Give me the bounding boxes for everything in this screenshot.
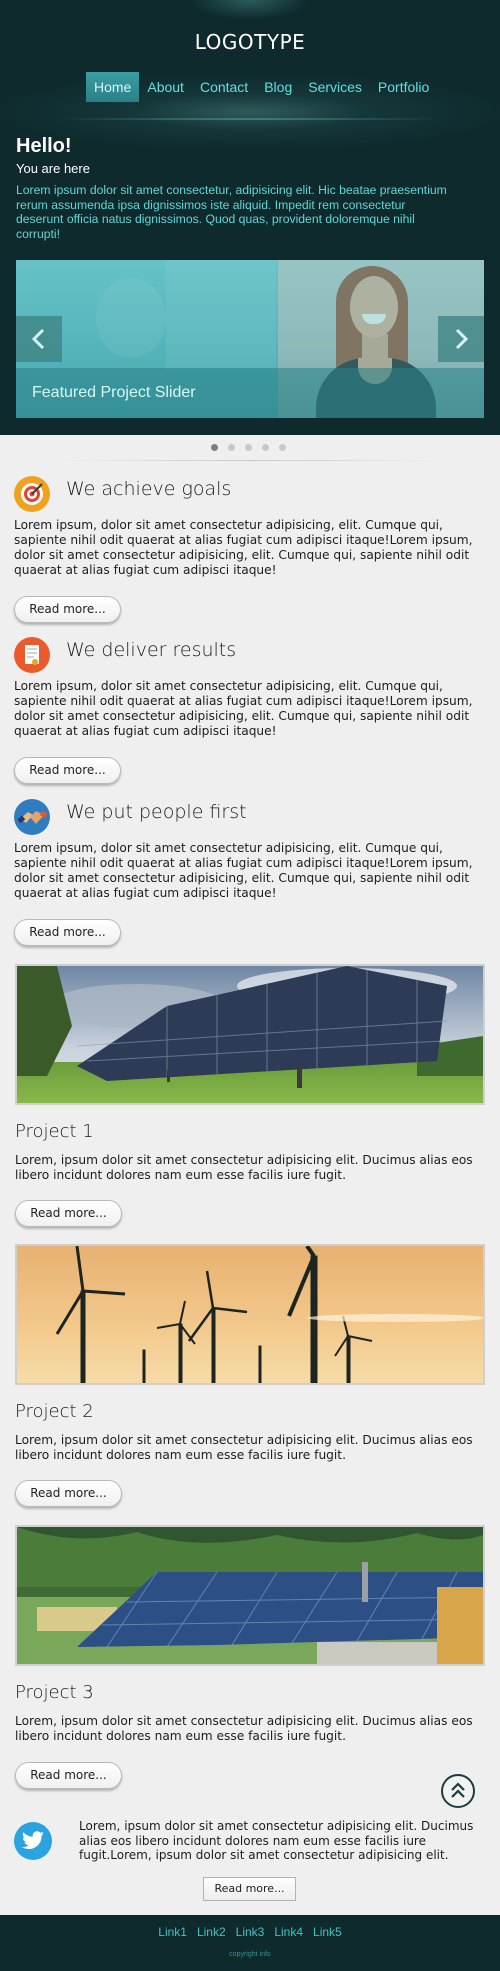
nav-item-services[interactable]: Services	[300, 72, 370, 102]
project-title: Project 3	[15, 1682, 94, 1703]
header-glow-divider	[60, 118, 440, 120]
read-more-button[interactable]: Read more...	[14, 596, 121, 623]
chevron-left-icon	[31, 328, 45, 350]
nav-item-contact[interactable]: Contact	[192, 72, 256, 102]
slider-prev-button[interactable]	[16, 316, 62, 362]
feature-text: Lorem ipsum, dolor sit amet consectetur …	[14, 679, 473, 738]
copyright: copyright info	[229, 1951, 271, 1958]
hero-subtitle: You are here	[16, 161, 90, 176]
feature-block: We deliver results Lorem ipsum, dolor si…	[14, 637, 486, 787]
document-icon	[14, 637, 50, 673]
project-title: Project 1	[15, 1121, 94, 1142]
slider-dot-3[interactable]	[245, 444, 252, 451]
site-header: LOGOTYPE Home About Contact Blog Service…	[0, 0, 500, 435]
feature-text: Lorem ipsum, dolor sit amet consectetur …	[14, 841, 473, 900]
feature-block: We put people first Lorem ipsum, dolor s…	[14, 799, 486, 949]
footer-link-5[interactable]: Link5	[313, 1925, 342, 1939]
solar-roof-image	[15, 1525, 485, 1666]
read-more-button[interactable]: Read more...	[15, 1200, 122, 1227]
footer-link-2[interactable]: Link2	[197, 1925, 226, 1939]
feature-title: We deliver results	[66, 639, 237, 661]
featured-slider[interactable]: Featured Project Slider	[16, 260, 484, 418]
nav-item-portfolio[interactable]: Portfolio	[370, 72, 437, 102]
section-divider	[60, 460, 440, 461]
read-more-button[interactable]: Read more...	[14, 757, 121, 784]
project-text: Lorem, ipsum dolor sit amet consectetur …	[15, 1433, 473, 1462]
slider-dot-5[interactable]	[279, 444, 286, 451]
footer-link-4[interactable]: Link4	[274, 1925, 303, 1939]
project-text: Lorem, ipsum dolor sit amet consectetur …	[15, 1714, 473, 1743]
nav-item-home[interactable]: Home	[86, 72, 140, 102]
nav-item-about[interactable]: About	[139, 72, 192, 102]
feature-text: Lorem ipsum, dolor sit amet consectetur …	[14, 518, 473, 577]
read-more-button[interactable]: Read more...	[15, 1762, 122, 1789]
slider-dots	[211, 444, 286, 451]
footer-link-3[interactable]: Link3	[236, 1925, 265, 1939]
slider-dot-4[interactable]	[262, 444, 269, 451]
chevron-right-icon	[455, 328, 469, 350]
footer-links: Link1 Link2 Link3 Link4 Link5	[0, 1925, 500, 1939]
slider-dot-2[interactable]	[228, 444, 235, 451]
double-chevron-up-icon	[451, 1782, 465, 1798]
feature-title: We put people first	[66, 801, 247, 823]
footer-link-1[interactable]: Link1	[158, 1925, 187, 1939]
feature-title: We achieve goals	[66, 478, 232, 500]
main-nav: Home About Contact Blog Services Portfol…	[86, 72, 437, 102]
hero-intro: Lorem ipsum dolor sit amet consectetur, …	[16, 183, 447, 241]
slider-dot-1[interactable]	[211, 444, 218, 451]
handshake-icon	[14, 799, 50, 835]
nav-item-blog[interactable]: Blog	[256, 72, 300, 102]
twitter-icon[interactable]	[14, 1822, 52, 1860]
tweet-text: Lorem, ipsum dolor sit amet consectetur …	[79, 1819, 474, 1863]
slide-caption: Featured Project Slider	[16, 368, 484, 418]
scroll-to-top-button[interactable]	[441, 1774, 475, 1808]
target-icon	[14, 476, 50, 512]
solar-field-image	[15, 964, 485, 1105]
logo[interactable]: LOGOTYPE	[0, 30, 500, 54]
read-more-button[interactable]: Read more...	[14, 919, 121, 946]
read-more-button[interactable]: Read more...	[15, 1480, 122, 1507]
wind-turbines-image	[15, 1244, 485, 1385]
feature-block: We achieve goals Lorem ipsum, dolor sit …	[14, 476, 486, 626]
project-title: Project 2	[15, 1401, 94, 1422]
hero-title: Hello!	[16, 135, 72, 157]
project-text: Lorem, ipsum dolor sit amet consectetur …	[15, 1153, 473, 1182]
tweet-read-more-button[interactable]: Read more...	[203, 1877, 296, 1901]
slider-next-button[interactable]	[438, 316, 484, 362]
site-footer: Link1 Link2 Link3 Link4 Link5 copyright …	[0, 1915, 500, 1971]
